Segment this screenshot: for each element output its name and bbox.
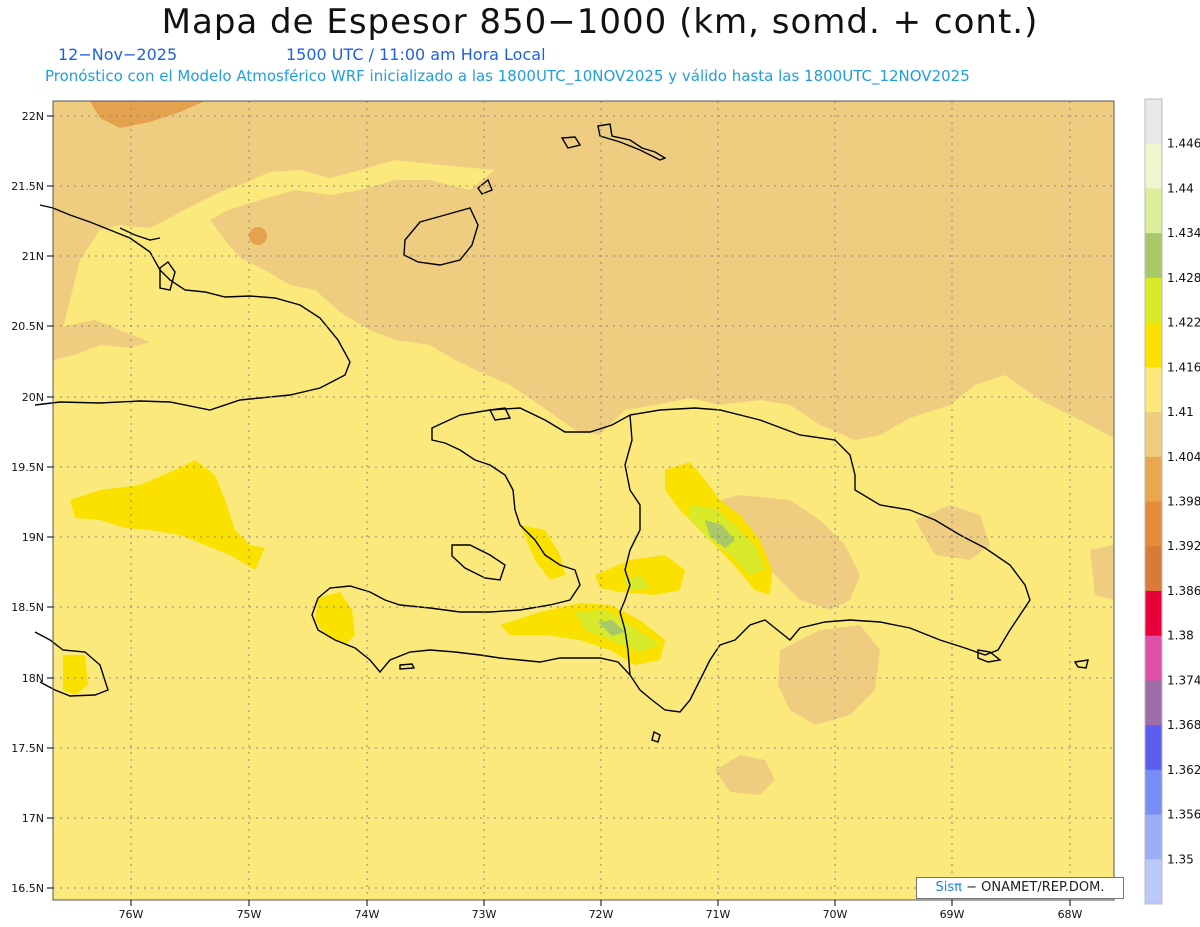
colorbar-label: 1.362 (1167, 763, 1200, 777)
colorbar-label: 1.392 (1167, 539, 1200, 553)
colorbar-swatch (1145, 412, 1162, 458)
colorbar-label: 1.374 (1167, 673, 1200, 687)
colorbar-swatch (1145, 277, 1162, 324)
field-cell-orange-2 (249, 227, 267, 245)
colorbar-label: 1.356 (1167, 808, 1200, 822)
colorbar-label: 1.428 (1167, 271, 1200, 285)
colorbar-label: 1.44 (1167, 181, 1194, 195)
lon-label: 70W (823, 908, 848, 921)
lon-label: 72W (589, 908, 614, 921)
lon-labels: 76W 75W 74W 73W 72W 71W 70W 69W 68W (119, 908, 1083, 921)
lat-label: 16.5N (11, 882, 44, 895)
colorbar-label: 1.434 (1167, 226, 1200, 240)
colorbar-label: 1.38 (1167, 629, 1194, 643)
colorbar-swatch (1145, 367, 1162, 413)
colorbar-label: 1.41 (1167, 405, 1194, 419)
colorbar-swatch (1145, 590, 1162, 637)
lat-label: 22N (22, 110, 44, 123)
credit-text: − ONAMET/REP.DOM. (961, 880, 1105, 895)
colorbar: 1.446 1.44 1.434 1.428 1.422 1.416 1.41 1.404 1.… (1144, 98, 1200, 905)
colorbar-swatch (1145, 859, 1162, 905)
thickness-map: 22N 21.5N 21N 20.5N 20N 19.5N 19N 18.5N … (11, 98, 1200, 921)
lat-label: 19.5N (11, 461, 44, 474)
colorbar-label: 1.368 (1167, 718, 1200, 732)
lon-label: 76W (119, 908, 144, 921)
colorbar-label: 1.422 (1167, 316, 1200, 330)
lat-label: 20.5N (11, 320, 44, 333)
lon-label: 74W (355, 908, 380, 921)
colorbar-swatch (1145, 725, 1162, 771)
colorbar-label: 1.404 (1167, 450, 1200, 464)
credit-box: Sisπ − ONAMET/REP.DOM. (916, 877, 1124, 899)
colorbar-swatch (1145, 814, 1162, 860)
lat-label: 21.5N (11, 180, 44, 193)
lat-label: 18.5N (11, 601, 44, 614)
colorbar-label: 1.386 (1167, 584, 1200, 598)
colorbar-swatch (1145, 188, 1162, 234)
colorbar-swatch (1145, 322, 1162, 368)
colorbar-label: 1.446 (1167, 137, 1200, 151)
lat-label: 20N (22, 391, 44, 404)
colorbar-label: 1.416 (1167, 360, 1200, 374)
colorbar-swatch (1145, 143, 1162, 189)
lat-label: 17N (22, 812, 44, 825)
lat-label: 18N (22, 672, 44, 685)
colorbar-swatch (1145, 99, 1162, 145)
colorbar-swatch (1145, 501, 1162, 547)
colorbar-swatch (1145, 680, 1162, 726)
lon-label: 71W (706, 908, 731, 921)
lat-label: 17.5N (11, 742, 44, 755)
lat-labels: 22N 21.5N 21N 20.5N 20N 19.5N 19N 18.5N … (11, 110, 44, 895)
colorbar-label: 1.35 (1167, 852, 1194, 866)
sispi-logo: Sisπ (935, 880, 962, 895)
colorbar-swatch (1145, 456, 1162, 502)
colorbar-label: 1.398 (1167, 495, 1200, 509)
lat-label: 21N (22, 250, 44, 263)
colorbar-swatch (1145, 635, 1162, 681)
lon-label: 75W (237, 908, 262, 921)
lon-label: 73W (472, 908, 497, 921)
colorbar-swatch (1145, 233, 1162, 279)
colorbar-swatch (1145, 546, 1162, 592)
lat-label: 19N (22, 531, 44, 544)
lon-label: 69W (940, 908, 965, 921)
lon-label: 68W (1058, 908, 1083, 921)
colorbar-swatch (1145, 769, 1162, 816)
